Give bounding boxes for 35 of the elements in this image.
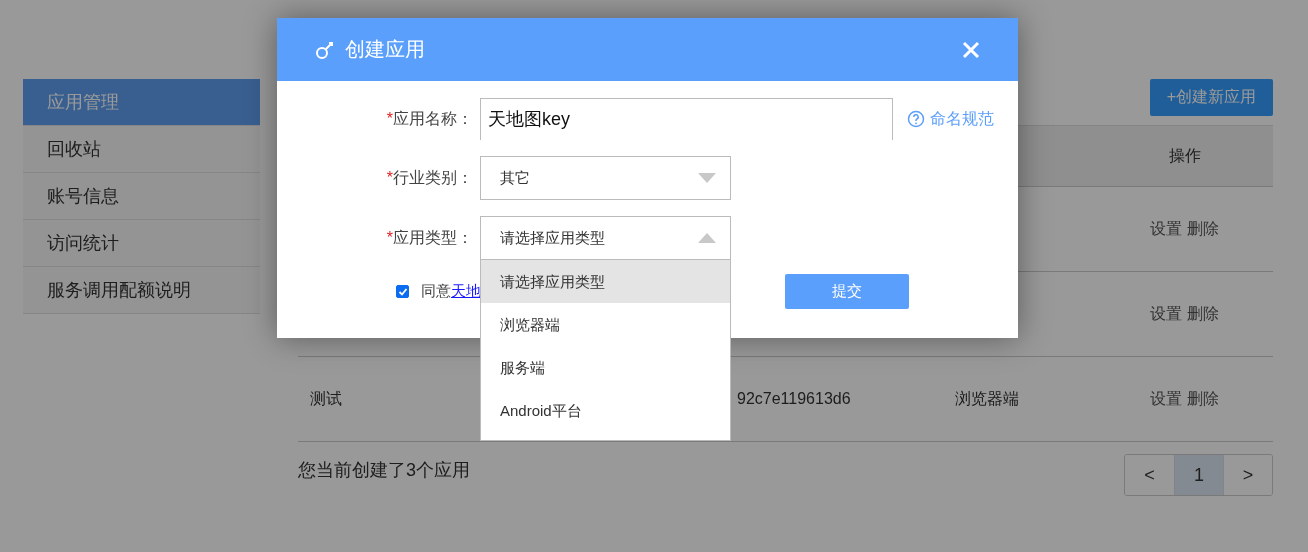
agree-text: 同意 bbox=[421, 282, 451, 301]
action-link[interactable]: 删除 bbox=[1187, 303, 1219, 325]
table-cell-text: 浏览器端 bbox=[954, 388, 1020, 409]
action-link[interactable]: 删除 bbox=[1187, 218, 1219, 240]
field-label: *行业类别： bbox=[385, 167, 473, 188]
caret-icon bbox=[698, 233, 716, 243]
app-count-text: 您当前创建了3个应用 bbox=[298, 459, 470, 482]
sidebar-item[interactable]: 访问统计 bbox=[23, 220, 260, 267]
next-page-button[interactable]: > bbox=[1223, 455, 1272, 495]
field-label: *应用名称： bbox=[385, 108, 473, 129]
page-button[interactable]: 1 bbox=[1174, 455, 1223, 495]
action-link[interactable]: 设置 bbox=[1150, 218, 1182, 240]
close-icon[interactable] bbox=[962, 40, 980, 59]
sidebar-item[interactable]: 回收站 bbox=[23, 126, 260, 173]
help-icon bbox=[907, 110, 925, 128]
field-label: *应用类型： bbox=[385, 227, 473, 248]
column-header: 操作 bbox=[1167, 145, 1202, 166]
table-cell-text: 92c7e119613d6 bbox=[736, 390, 852, 408]
action-link[interactable]: 设置 bbox=[1150, 303, 1182, 325]
table-cell-text: 测试 bbox=[309, 388, 343, 409]
caret-icon bbox=[698, 173, 716, 183]
sidebar-item[interactable]: 账号信息 bbox=[23, 173, 260, 220]
select-field[interactable]: 请选择应用类型 bbox=[480, 216, 731, 260]
agree-checkbox[interactable] bbox=[396, 285, 409, 298]
select-field[interactable]: 其它 bbox=[480, 156, 731, 200]
dropdown-option[interactable]: Android平台 bbox=[481, 389, 730, 432]
dropdown-option[interactable]: 服务端 bbox=[481, 346, 730, 389]
terms-link[interactable]: 天地 bbox=[451, 282, 481, 301]
dialog-title: 创建应用 bbox=[345, 37, 426, 62]
action-link[interactable]: 删除 bbox=[1187, 388, 1219, 410]
dropdown-option[interactable]: 浏览器端 bbox=[481, 303, 730, 346]
dropdown-option[interactable]: 请选择应用类型 bbox=[481, 260, 730, 303]
sidebar-item[interactable]: 服务调用配额说明 bbox=[23, 267, 260, 314]
action-link[interactable]: 设置 bbox=[1150, 388, 1182, 410]
name-input-field[interactable]: 天地图key bbox=[480, 98, 893, 140]
